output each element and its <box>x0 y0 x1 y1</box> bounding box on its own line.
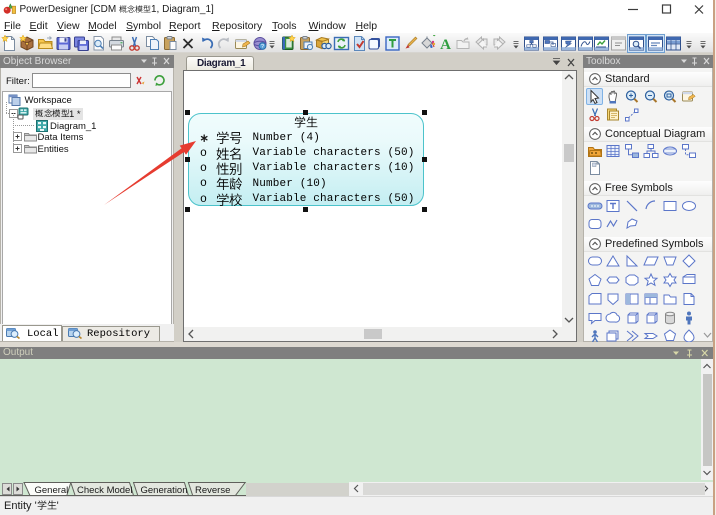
svg-text:A: A <box>440 37 451 52</box>
svg-text:?: ? <box>260 44 263 50</box>
